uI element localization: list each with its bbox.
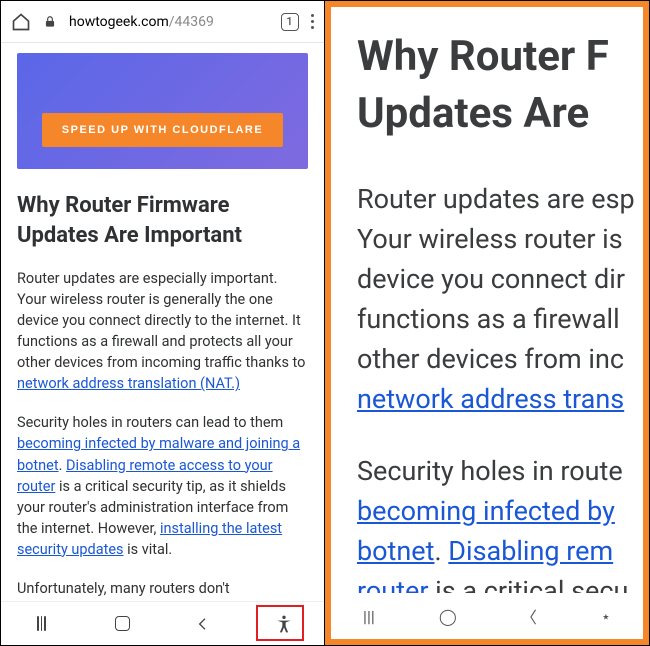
lock-icon <box>43 15 57 29</box>
zoom-home-icon[interactable]: ◯ <box>439 607 457 626</box>
page-content: SPEED UP WITH CLOUDFLARE Why Router Firm… <box>1 43 324 601</box>
home-button[interactable] <box>102 616 142 631</box>
zoom-paragraph-1: Router updates are esp Your wireless rou… <box>357 180 643 420</box>
zoom-heading: Why Router FUpdates Are <box>357 29 643 142</box>
zoom-android-nav-bar: ||| ◯ 〈 ⋆ <box>331 593 643 639</box>
home-icon[interactable] <box>11 12 31 32</box>
back-button[interactable] <box>183 616 223 632</box>
recent-apps-button[interactable] <box>21 616 61 631</box>
zoom-a11y-icon[interactable]: ⋆ <box>601 607 611 626</box>
nat-link[interactable]: network address translation (NAT.) <box>17 375 240 392</box>
zoom-remote-link[interactable]: Disabling rem <box>448 535 613 567</box>
url-text[interactable]: howtogeek.com/44369 <box>69 14 214 30</box>
zoom-botnet-link[interactable]: becoming infected by <box>357 495 615 527</box>
phone-screen-normal: howtogeek.com/44369 1 SPEED UP WITH CLOU… <box>1 1 325 645</box>
kebab-menu-icon[interactable] <box>311 14 315 30</box>
ad-banner[interactable]: SPEED UP WITH CLOUDFLARE <box>17 53 308 169</box>
article-paragraph-2: Security holes in routers can lead to th… <box>17 412 308 559</box>
phone-screen-zoomed: Why Router FUpdates Are Router updates a… <box>325 1 649 645</box>
zoom-nat-link[interactable]: network address trans <box>357 383 624 415</box>
zoom-recents-icon[interactable]: ||| <box>363 607 375 626</box>
android-nav-bar <box>1 601 324 645</box>
zoom-botnet-link-2[interactable]: botnet <box>357 535 434 567</box>
zoom-paragraph-2: Security holes in route becoming infecte… <box>357 452 643 612</box>
zoom-back-icon[interactable]: 〈 <box>521 604 537 628</box>
article-paragraph-1: Router updates are especially important.… <box>17 268 308 394</box>
banner-cta-button[interactable]: SPEED UP WITH CLOUDFLARE <box>42 113 283 147</box>
browser-address-bar: howtogeek.com/44369 1 <box>1 1 324 43</box>
article-paragraph-3: Unfortunately, many routers don't automa… <box>17 578 308 601</box>
article-heading: Why Router Firmware Updates Are Importan… <box>17 191 308 250</box>
accessibility-button[interactable] <box>264 614 304 634</box>
tabs-button[interactable]: 1 <box>281 13 299 31</box>
